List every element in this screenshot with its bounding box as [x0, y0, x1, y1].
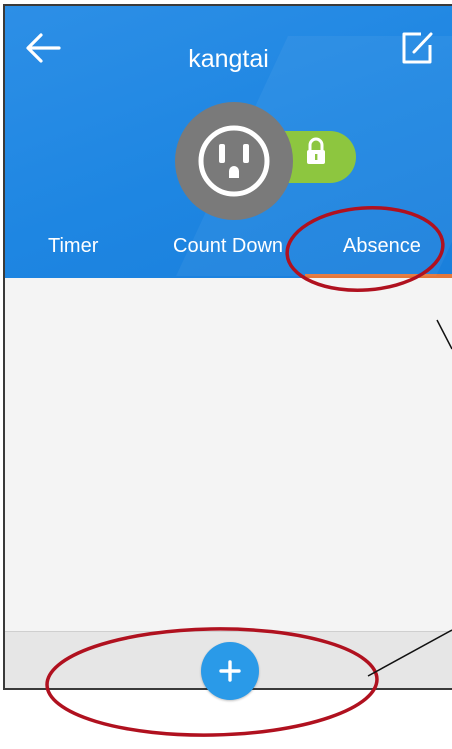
- plus-icon: [219, 660, 241, 682]
- page-title: kangtai: [188, 45, 269, 73]
- padlock-icon: [307, 137, 325, 164]
- tab-absence[interactable]: Absence: [343, 234, 421, 258]
- power-outlet-icon[interactable]: [175, 102, 293, 220]
- tab-bar: Timer Count Down Absence: [5, 234, 452, 278]
- absence-list-area: [5, 278, 452, 632]
- app-screen: kangtai Timer Count Down Absence: [3, 4, 452, 690]
- header: kangtai Timer Count Down Absence: [5, 6, 452, 278]
- edit-icon[interactable]: [399, 30, 435, 66]
- tab-count-down[interactable]: Count Down: [173, 234, 291, 258]
- tab-timer[interactable]: Timer: [48, 234, 98, 258]
- add-button[interactable]: [201, 642, 259, 700]
